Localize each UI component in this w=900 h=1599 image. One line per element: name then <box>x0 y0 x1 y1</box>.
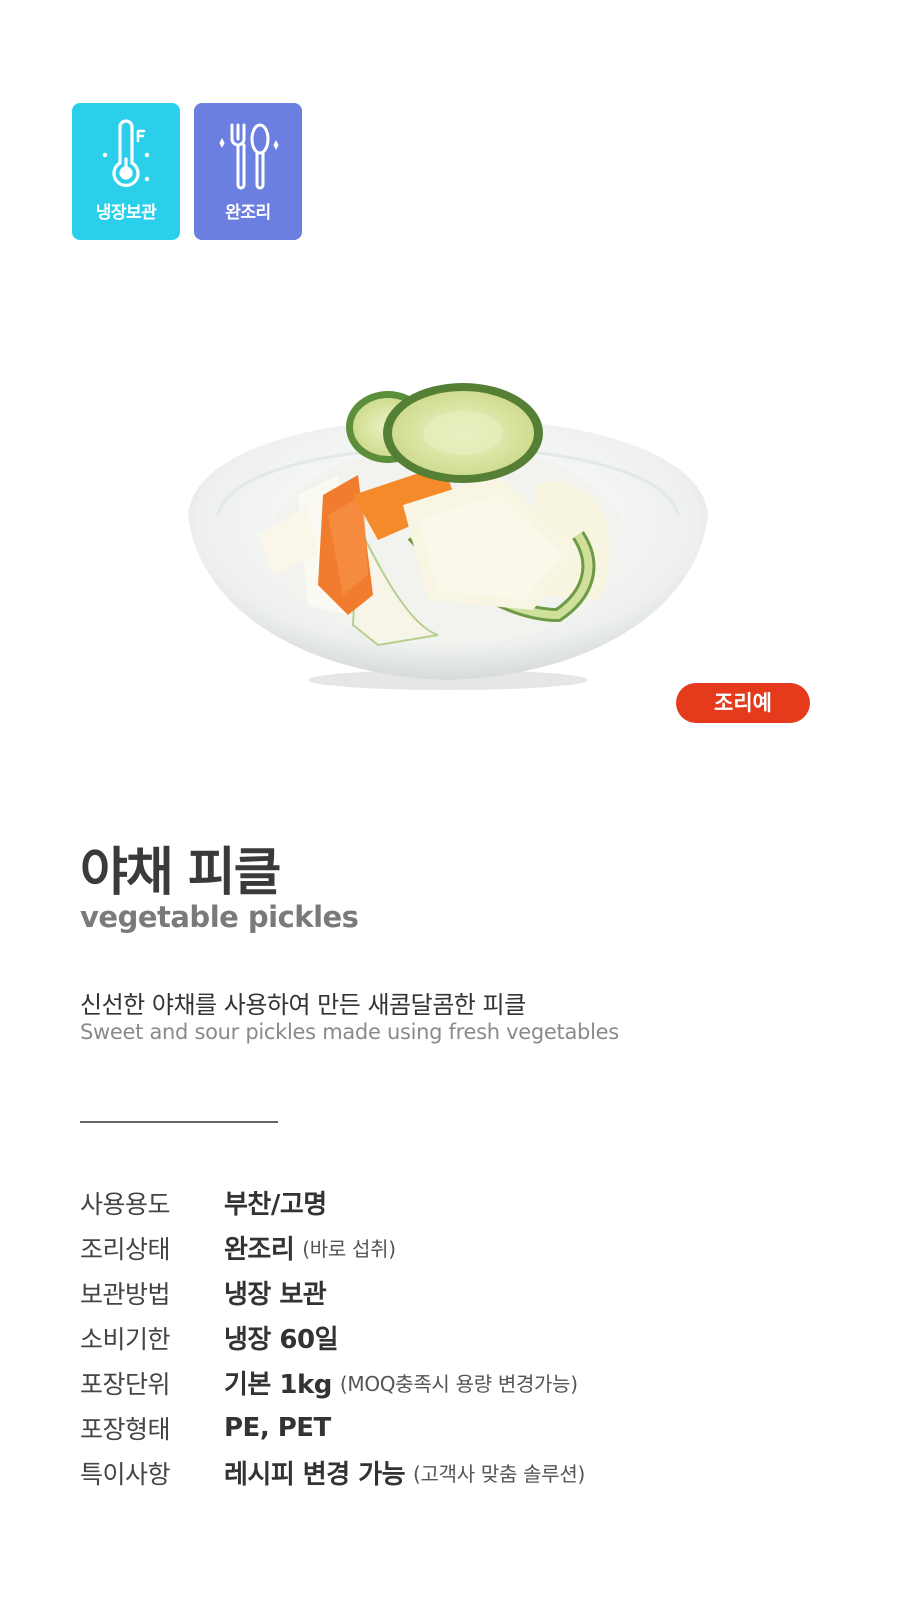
spec-value: 냉장 60일 <box>224 1325 339 1355</box>
spec-key: 보관방법 <box>80 1279 171 1309</box>
feature-badges: 냉장보관 완조리 <box>72 103 302 240</box>
spec-row: 포장형태 PE, PET <box>80 1405 585 1450</box>
spec-note: (MOQ충족시 용량 변경가능) <box>339 1372 578 1396</box>
product-subtitle: vegetable pickles <box>80 900 359 934</box>
section-divider <box>80 1121 278 1123</box>
spec-key: 포장단위 <box>80 1369 171 1399</box>
spec-row: 조리상태 완조리 (바로 섭취) <box>80 1225 585 1270</box>
spec-value: PE, PET <box>224 1412 331 1443</box>
product-description: 신선한 야채를 사용하여 만든 새콤달콤한 피클 <box>80 991 526 1019</box>
product-photo-pickles <box>178 345 718 705</box>
badge-ready-to-eat: 완조리 <box>194 103 302 240</box>
serving-example-badge: 조리예 <box>676 683 810 723</box>
spec-key: 포장형태 <box>80 1414 171 1444</box>
spec-row: 특이사항 레시피 변경 가능 (고객사 맞춤 솔루션) <box>80 1450 585 1495</box>
product-title: 야채 피클 <box>80 843 281 903</box>
thermometer-icon <box>72 119 180 195</box>
badge-label: 냉장보관 <box>95 203 157 223</box>
spec-value: 냉장 보관 <box>224 1280 327 1310</box>
spec-key: 조리상태 <box>80 1234 171 1264</box>
fork-spoon-icon <box>194 119 302 195</box>
spec-key: 사용용도 <box>80 1189 171 1219</box>
spec-row: 소비기한 냉장 60일 <box>80 1315 585 1360</box>
badge-refrigerated: 냉장보관 <box>72 103 180 240</box>
spec-key: 소비기한 <box>80 1324 171 1354</box>
spec-row: 사용용도 부찬/고명 <box>80 1180 585 1225</box>
product-description-en: Sweet and sour pickles made using fresh … <box>80 1020 619 1044</box>
spec-value: 기본 1kg <box>224 1370 332 1400</box>
spec-row: 포장단위 기본 1kg (MOQ충족시 용량 변경가능) <box>80 1360 585 1405</box>
spec-note: (바로 섭취) <box>302 1237 396 1261</box>
badge-label: 완조리 <box>225 203 271 223</box>
spec-table: 사용용도 부찬/고명 조리상태 완조리 (바로 섭취) 보관방법 냉장 보관 소… <box>80 1180 585 1495</box>
spec-key: 특이사항 <box>80 1459 171 1489</box>
spec-row: 보관방법 냉장 보관 <box>80 1270 585 1315</box>
spec-value: 레시피 변경 가능 <box>224 1460 406 1490</box>
spec-value: 부찬/고명 <box>224 1190 327 1220</box>
spec-value: 완조리 <box>224 1235 295 1265</box>
spec-note: (고객사 맞춤 솔루션) <box>413 1462 585 1486</box>
